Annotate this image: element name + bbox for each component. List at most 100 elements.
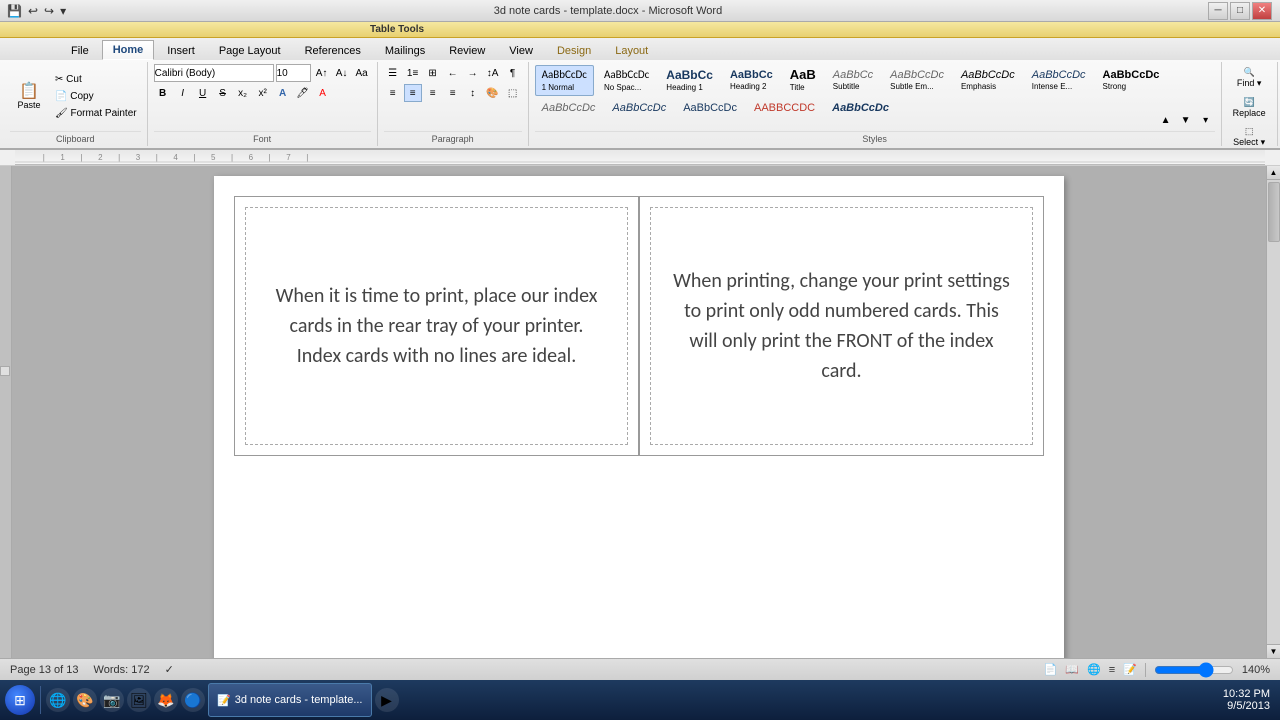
style-subtle-em[interactable]: AaBbCcDcSubtle Em... [883,66,951,95]
style-title[interactable]: AaBTitle [783,64,823,96]
show-formatting-button[interactable]: ¶ [504,64,522,82]
tab-references[interactable]: References [294,41,372,60]
word-count: Words: 172 [94,664,150,676]
select-button[interactable]: ⬚ Select ▾ [1228,123,1270,151]
italic-button[interactable]: I [174,84,192,102]
taskbar-media[interactable]: ▶ [375,688,399,712]
cut-button[interactable]: ✂ Cut [51,72,141,87]
superscript-button[interactable]: x² [254,84,272,102]
multilevel-button[interactable]: ⊞ [424,64,442,82]
style-emphasis[interactable]: AaBbCcDcEmphasis [954,66,1022,95]
page-indicator: Page 13 of 13 [10,664,79,676]
style-heading2[interactable]: AaBbCcHeading 2 [723,66,780,95]
start-button[interactable]: ⊞ [5,685,35,715]
style-book-title[interactable]: AaBbCcDcBook Title [825,99,896,111]
tab-insert[interactable]: Insert [156,41,206,60]
font-color-button[interactable]: A [314,84,332,102]
replace-button[interactable]: 🔄 Replace [1228,94,1271,121]
card-cell-1[interactable]: When it is time to print, place our inde… [234,196,639,456]
document-area[interactable]: When it is time to print, place our inde… [12,166,1266,658]
close-button[interactable]: ✕ [1252,2,1272,20]
styles-scroll-up[interactable]: ▲ [1157,111,1175,129]
copy-button[interactable]: 📄 Copy [51,89,141,104]
format-painter-button[interactable]: 🖌 Format Painter [51,106,141,121]
decrease-indent-button[interactable]: ← [444,64,462,82]
grow-font-button[interactable]: A↑ [313,64,331,82]
tab-design[interactable]: Design [546,41,602,60]
tab-page-layout[interactable]: Page Layout [208,41,292,60]
page-break-indicator[interactable] [0,366,10,376]
style-no-spacing[interactable]: AaBbCcDcNo Spac... [597,65,656,96]
scroll-thumb[interactable] [1268,182,1280,242]
quick-redo-icon[interactable]: ↪ [42,3,56,19]
card-inner-2[interactable]: When printing, change your print setting… [650,207,1033,445]
borders-button[interactable]: ⬚ [504,84,522,102]
shrink-font-button[interactable]: A↓ [333,64,351,82]
taskbar-chrome[interactable]: 🔵 [181,688,205,712]
bullets-button[interactable]: ☰ [384,64,402,82]
underline-button[interactable]: U [194,84,212,102]
card-inner-1[interactable]: When it is time to print, place our inde… [245,207,628,445]
align-left-button[interactable]: ≡ [384,84,402,102]
shading-button[interactable]: 🎨 [484,84,502,102]
styles-label: Styles [535,131,1215,144]
tab-review[interactable]: Review [438,41,496,60]
track-changes-icon[interactable]: ✓ [165,663,174,676]
editing-group: 🔍 Find ▾ 🔄 Replace ⬚ Select ▾ Editing [1222,62,1278,146]
scroll-up-button[interactable]: ▲ [1267,166,1280,180]
tab-home[interactable]: Home [102,40,155,60]
paste-button[interactable]: 📋 Paste [10,81,48,113]
styles-more[interactable]: ▾ [1197,111,1215,129]
style-normal[interactable]: AaBbCcDc1 Normal [535,65,594,96]
taskbar-lr[interactable]: 📷 [100,688,124,712]
tab-view[interactable]: View [498,41,544,60]
align-center-button[interactable]: ≡ [404,84,422,102]
quick-undo-icon[interactable]: ↩ [26,3,40,19]
taskbar-ie[interactable]: 🌐 [46,688,70,712]
style-heading1[interactable]: AaBbCcHeading 1 [659,65,720,96]
zoom-slider[interactable] [1154,662,1234,678]
view-draft-icon[interactable]: 📝 [1123,663,1137,676]
taskbar-ff[interactable]: 🦊 [154,688,178,712]
line-spacing-button[interactable]: ↕ [464,84,482,102]
taskbar-ps[interactable]: 🎨 [73,688,97,712]
style-intense-q[interactable]: AaBbCcDcIntense Q... [605,99,673,111]
style-subtitle[interactable]: AaBbCcSubtitle [826,66,880,95]
style-intense-r[interactable]: AaBbCcDcIntense R... [747,99,822,111]
style-strong[interactable]: AaBbCcDcStrong [1096,66,1167,95]
scroll-down-button[interactable]: ▼ [1267,644,1280,658]
style-subtle-ref[interactable]: AaBbCcDcSubtle Ref... [676,99,744,111]
taskbar-word[interactable]: 📝 3d note cards - template... [208,683,372,717]
view-reading-icon[interactable]: 📖 [1065,663,1079,676]
subscript-button[interactable]: x₂ [234,84,252,102]
view-print-icon[interactable]: 📄 [1044,663,1058,676]
quick-dropdown-icon[interactable]: ▾ [58,3,68,19]
tab-layout[interactable]: Layout [604,41,659,60]
strikethrough-button[interactable]: S [214,84,232,102]
style-intense-e[interactable]: AaBbCcDcIntense E... [1025,66,1093,95]
justify-button[interactable]: ≡ [444,84,462,102]
minimize-button[interactable]: ─ [1208,2,1228,20]
maximize-button[interactable]: □ [1230,2,1250,20]
vertical-scrollbar[interactable]: ▲ ▼ [1266,166,1280,658]
card-cell-2[interactable]: When printing, change your print setting… [639,196,1044,456]
clear-format-button[interactable]: Aa [353,64,371,82]
view-web-icon[interactable]: 🌐 [1087,663,1101,676]
find-button[interactable]: 🔍 Find ▾ [1232,64,1267,92]
view-outline-icon[interactable]: ≡ [1109,664,1115,676]
tab-mailings[interactable]: Mailings [374,41,436,60]
styles-scroll-down[interactable]: ▼ [1177,111,1195,129]
bold-button[interactable]: B [154,84,172,102]
quick-save-icon[interactable]: 💾 [5,3,24,19]
increase-indent-button[interactable]: → [464,64,482,82]
style-quote[interactable]: AaBbCcDcQuote [535,99,603,111]
numbering-button[interactable]: 1≡ [404,64,422,82]
align-right-button[interactable]: ≡ [424,84,442,102]
text-effects-button[interactable]: A [274,84,292,102]
font-size-input[interactable] [276,64,311,82]
sort-button[interactable]: ↕A [484,64,502,82]
taskbar-ps2[interactable]: 🖼 [127,688,151,712]
highlight-button[interactable]: 🖊 [294,84,312,102]
font-name-input[interactable] [154,64,274,82]
tab-file[interactable]: File [60,41,100,60]
